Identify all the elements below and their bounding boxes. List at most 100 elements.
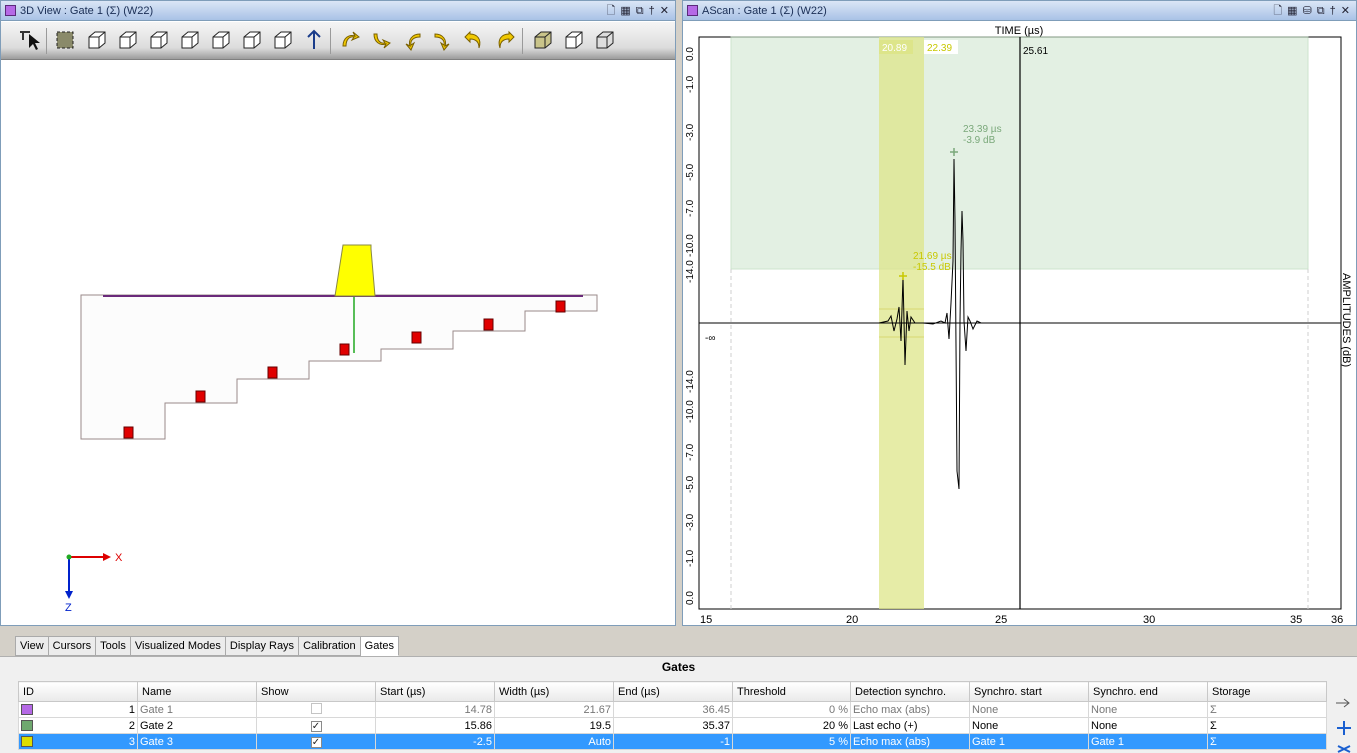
cube-view-4-icon[interactable] bbox=[178, 28, 202, 52]
view3d-panel: 3D View : Gate 1 (Σ) (W22) 🗋 ▦ ⧉ † ✕ X Z bbox=[0, 0, 676, 626]
col-header-detection[interactable]: Detection synchro. bbox=[850, 681, 970, 702]
gate-width[interactable]: 21.67 bbox=[494, 701, 614, 718]
col-header-threshold[interactable]: Threshold bbox=[732, 681, 851, 702]
col-header-sync-start[interactable]: Synchro. start bbox=[969, 681, 1089, 702]
col-header-name[interactable]: Name bbox=[137, 681, 257, 702]
cube-view-2-icon[interactable] bbox=[116, 28, 140, 52]
select-pointer-icon[interactable] bbox=[17, 28, 41, 52]
pin-icon[interactable]: † bbox=[649, 1, 655, 21]
gate-name[interactable]: Gate 2 bbox=[137, 717, 257, 734]
defect-marker bbox=[339, 343, 350, 356]
gate-sync-start[interactable]: None bbox=[969, 717, 1089, 734]
col-header-id[interactable]: ID bbox=[18, 681, 138, 702]
gate-detection[interactable]: Echo max (abs) bbox=[850, 733, 970, 750]
tab-calibration[interactable]: Calibration bbox=[299, 636, 361, 656]
tab-gates[interactable]: Gates bbox=[360, 636, 400, 656]
y-tick: -3.0 bbox=[685, 123, 696, 141]
show-checkbox[interactable] bbox=[310, 702, 322, 714]
col-header-show[interactable]: Show bbox=[256, 681, 376, 702]
gate-sync-end[interactable]: None bbox=[1088, 717, 1208, 734]
gate-width[interactable]: Auto bbox=[494, 733, 614, 750]
grid-icon[interactable]: ▦ bbox=[620, 1, 630, 21]
cube-view-7-icon[interactable] bbox=[271, 28, 295, 52]
box-view-2-icon[interactable] bbox=[562, 28, 586, 52]
forward-arrow-icon[interactable] bbox=[1336, 698, 1350, 708]
col-header-storage[interactable]: Storage bbox=[1207, 681, 1327, 702]
gate-start[interactable]: -2.5 bbox=[375, 733, 495, 750]
cube-view-6-icon[interactable] bbox=[240, 28, 264, 52]
cube-view-1-icon[interactable] bbox=[85, 28, 109, 52]
cube-view-3-icon[interactable] bbox=[147, 28, 171, 52]
grid-icon[interactable]: ▦ bbox=[1287, 1, 1297, 21]
view3d-canvas[interactable]: X Z bbox=[1, 61, 675, 625]
gate-end[interactable]: -1 bbox=[613, 733, 733, 750]
col-header-start[interactable]: Start (µs) bbox=[375, 681, 495, 702]
database-icon[interactable]: ⛁ bbox=[1303, 1, 1312, 21]
rotate-down-icon[interactable] bbox=[369, 28, 393, 52]
gate-sync-start[interactable]: Gate 1 bbox=[969, 733, 1089, 750]
redo-rotate-icon[interactable] bbox=[493, 28, 517, 52]
gate-end[interactable]: 35.37 bbox=[613, 717, 733, 734]
probe-wedge[interactable] bbox=[334, 244, 376, 297]
table-row[interactable]: 1 Gate 1 14.78 21.67 36.45 0 % Echo max … bbox=[18, 701, 1327, 718]
remove-gate-icon[interactable] bbox=[1337, 745, 1351, 753]
box-view-3-icon[interactable] bbox=[593, 28, 617, 52]
ascan-canvas[interactable]: TIME (µs) 20.89 22.39 25.61 -∞ 23.39 µs … bbox=[683, 21, 1356, 625]
gate-width[interactable]: 19.5 bbox=[494, 717, 614, 734]
tab-tools[interactable]: Tools bbox=[96, 636, 131, 656]
tab-view[interactable]: View bbox=[15, 636, 49, 656]
gate-storage[interactable]: Σ bbox=[1207, 733, 1327, 750]
table-row[interactable]: 2 Gate 2 ✓ 15.86 19.5 35.37 20 % Last ec… bbox=[18, 717, 1327, 734]
show-checkbox[interactable]: ✓ bbox=[310, 736, 322, 748]
y-tick: 0.0 bbox=[685, 47, 696, 61]
show-checkbox[interactable]: ✓ bbox=[310, 720, 322, 732]
gate-name[interactable]: Gate 3 bbox=[137, 733, 257, 750]
gate-sync-end[interactable]: Gate 1 bbox=[1088, 733, 1208, 750]
tab-display-rays[interactable]: Display Rays bbox=[225, 636, 300, 656]
gate-color-swatch[interactable] bbox=[21, 704, 33, 716]
rotate-left-icon[interactable] bbox=[400, 28, 424, 52]
fit-view-icon[interactable] bbox=[53, 28, 77, 52]
tab-cursors[interactable]: Cursors bbox=[48, 636, 97, 656]
gate-start[interactable]: 15.86 bbox=[375, 717, 495, 734]
document-icon[interactable]: 🗋 bbox=[607, 1, 616, 21]
close-icon[interactable]: ✕ bbox=[660, 1, 669, 21]
undo-rotate-icon[interactable] bbox=[462, 28, 486, 52]
gate-detection[interactable]: Echo max (abs) bbox=[850, 701, 970, 718]
restore-icon[interactable]: ⧉ bbox=[1317, 1, 1325, 21]
gate-detection[interactable]: Last echo (+) bbox=[850, 717, 970, 734]
gate-color-swatch[interactable] bbox=[21, 736, 33, 748]
bottom-tabs: View Cursors Tools Visualized Modes Disp… bbox=[15, 636, 400, 656]
gate-start-label: 20.89 bbox=[882, 43, 907, 54]
box-view-1-icon[interactable] bbox=[531, 28, 555, 52]
gate-threshold[interactable]: 5 % bbox=[732, 733, 851, 750]
table-header-row: ID Name Show Start (µs) Width (µs) End (… bbox=[18, 681, 1327, 702]
rotate-right-icon[interactable] bbox=[431, 28, 455, 52]
axis-z-label: Z bbox=[65, 602, 72, 614]
gate-storage[interactable]: Σ bbox=[1207, 717, 1327, 734]
gate-sync-start[interactable]: None bbox=[969, 701, 1089, 718]
gate-color-swatch[interactable] bbox=[21, 720, 33, 732]
restore-icon[interactable]: ⧉ bbox=[636, 1, 644, 21]
gate-end[interactable]: 36.45 bbox=[613, 701, 733, 718]
table-row-selected[interactable]: 3 Gate 3 ✓ -2.5 Auto -1 5 % Echo max (ab… bbox=[18, 733, 1327, 750]
gate-start[interactable]: 14.78 bbox=[375, 701, 495, 718]
document-icon[interactable]: 🗋 bbox=[1273, 1, 1282, 21]
peak1-db-label: -3.9 dB bbox=[963, 135, 996, 146]
gate-sync-end[interactable]: None bbox=[1088, 701, 1208, 718]
arrow-up-icon[interactable] bbox=[302, 28, 326, 52]
add-gate-icon[interactable] bbox=[1337, 721, 1351, 735]
gate-storage[interactable]: Σ bbox=[1207, 701, 1327, 718]
y-tick: -14.0 bbox=[685, 370, 696, 393]
col-header-width[interactable]: Width (µs) bbox=[494, 681, 614, 702]
pin-icon[interactable]: † bbox=[1330, 1, 1336, 21]
rotate-up-icon[interactable] bbox=[338, 28, 362, 52]
close-icon[interactable]: ✕ bbox=[1341, 1, 1350, 21]
gate-threshold[interactable]: 0 % bbox=[732, 701, 851, 718]
gate-threshold[interactable]: 20 % bbox=[732, 717, 851, 734]
col-header-end[interactable]: End (µs) bbox=[613, 681, 733, 702]
col-header-sync-end[interactable]: Synchro. end bbox=[1088, 681, 1208, 702]
cube-view-5-icon[interactable] bbox=[209, 28, 233, 52]
tab-visualized-modes[interactable]: Visualized Modes bbox=[130, 636, 226, 656]
gate-name[interactable]: Gate 1 bbox=[137, 701, 257, 718]
